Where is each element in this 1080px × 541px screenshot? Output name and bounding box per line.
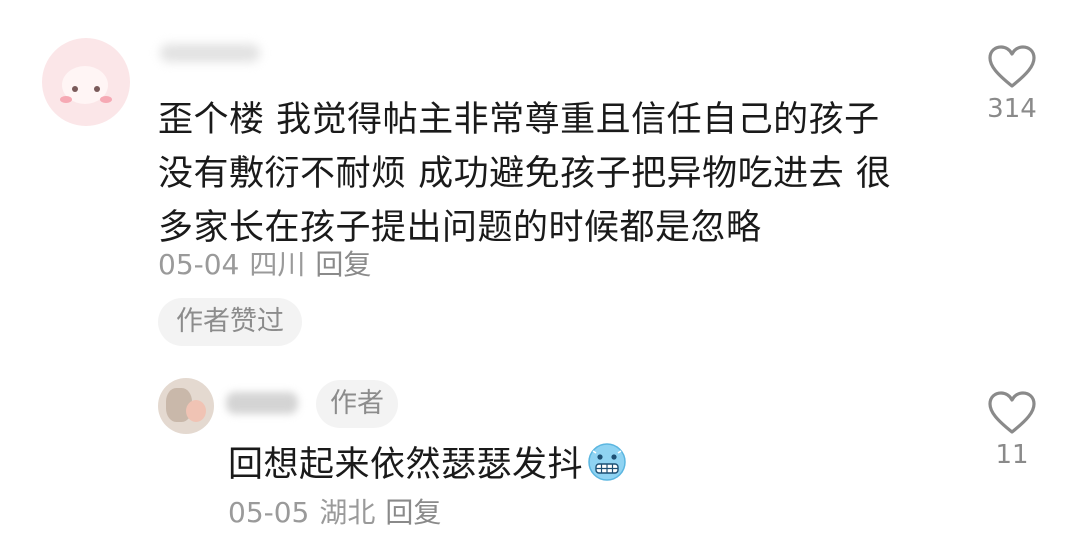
avatar-eye-right — [94, 86, 100, 92]
reply-text: 回想起来依然瑟瑟发抖 — [228, 445, 584, 485]
heart-outline-icon — [988, 391, 1036, 434]
comment-meta: 05-04 四川 回复 — [158, 248, 381, 282]
heart-outline-icon — [988, 45, 1036, 88]
reply-reply-button[interactable]: 回复 — [385, 496, 441, 529]
commenter-avatar[interactable] — [42, 38, 130, 126]
commenter-name-blurred[interactable] — [160, 44, 260, 62]
reply-like-count: 11 — [995, 440, 1029, 470]
comment-location: 四川 — [249, 248, 306, 281]
author-tag-badge: 作者 — [316, 380, 398, 428]
comment-text: 歪个楼 我觉得帖主非常尊重且信任自己的孩子 没有敷衍不耐烦 成功避免孩子把异物吃… — [158, 100, 892, 248]
reply-text-line: 回想起来依然瑟瑟发抖 — [228, 440, 627, 490]
author-liked-badge: 作者赞过 — [158, 298, 302, 346]
cold-face-emoji — [588, 443, 626, 481]
reply-like-button[interactable]: 11 — [977, 390, 1047, 470]
reply-author-avatar[interactable] — [158, 378, 214, 434]
comment-like-button[interactable]: 314 — [977, 44, 1047, 124]
reply-author-name-blurred[interactable] — [226, 392, 298, 414]
comment-date: 05-04 — [158, 248, 240, 281]
comment-reply-button[interactable]: 回复 — [315, 248, 371, 281]
avatar-face — [186, 400, 206, 422]
reply-meta: 05-05 湖北 回复 — [228, 496, 451, 530]
avatar-blush-right — [100, 96, 112, 103]
avatar-eye-left — [72, 86, 78, 92]
comment-like-count: 314 — [987, 94, 1037, 124]
avatar-blush-left — [60, 96, 72, 103]
reply-date: 05-05 — [228, 496, 310, 529]
reply-location: 湖北 — [319, 496, 376, 529]
